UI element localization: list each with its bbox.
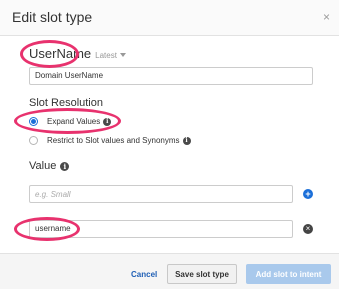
radio-label: Expand Values [47,117,101,126]
info-icon[interactable]: i [60,161,70,171]
radio-option-expand-values[interactable]: Expand Values i [29,117,112,126]
add-circle-icon[interactable]: + [303,189,313,199]
radio-button[interactable] [29,136,38,145]
radio-button-selected[interactable] [29,117,38,126]
value-label: Value [29,160,57,172]
caret-down-icon [119,53,126,57]
value-item-field[interactable]: username [29,220,293,238]
info-icon[interactable]: i [103,117,112,126]
dialog-header: Edit slot type × [0,0,339,36]
dialog-title: Edit slot type [12,9,93,25]
save-slot-type-button[interactable]: Save slot type [167,264,237,284]
close-icon[interactable]: × [323,10,330,24]
description-field[interactable]: Domain UserName [29,67,313,85]
version-label: Latest [95,51,117,60]
slot-type-name: UserName [29,46,92,61]
remove-circle-icon[interactable]: × [303,224,313,234]
slot-resolution-label: Slot Resolution [29,97,103,109]
cancel-button[interactable]: Cancel [131,270,157,279]
add-slot-to-intent-button[interactable]: Add slot to intent [246,264,331,284]
value-label-row: Value i [29,160,70,172]
value-input[interactable] [29,185,293,203]
slot-name-row: UserName Latest [29,46,126,62]
radio-option-restrict-values[interactable]: Restrict to Slot values and Synonyms i [29,136,191,145]
radio-label: Restrict to Slot values and Synonyms [47,136,180,145]
version-dropdown[interactable]: Latest [95,51,126,60]
info-icon[interactable]: i [182,136,191,145]
